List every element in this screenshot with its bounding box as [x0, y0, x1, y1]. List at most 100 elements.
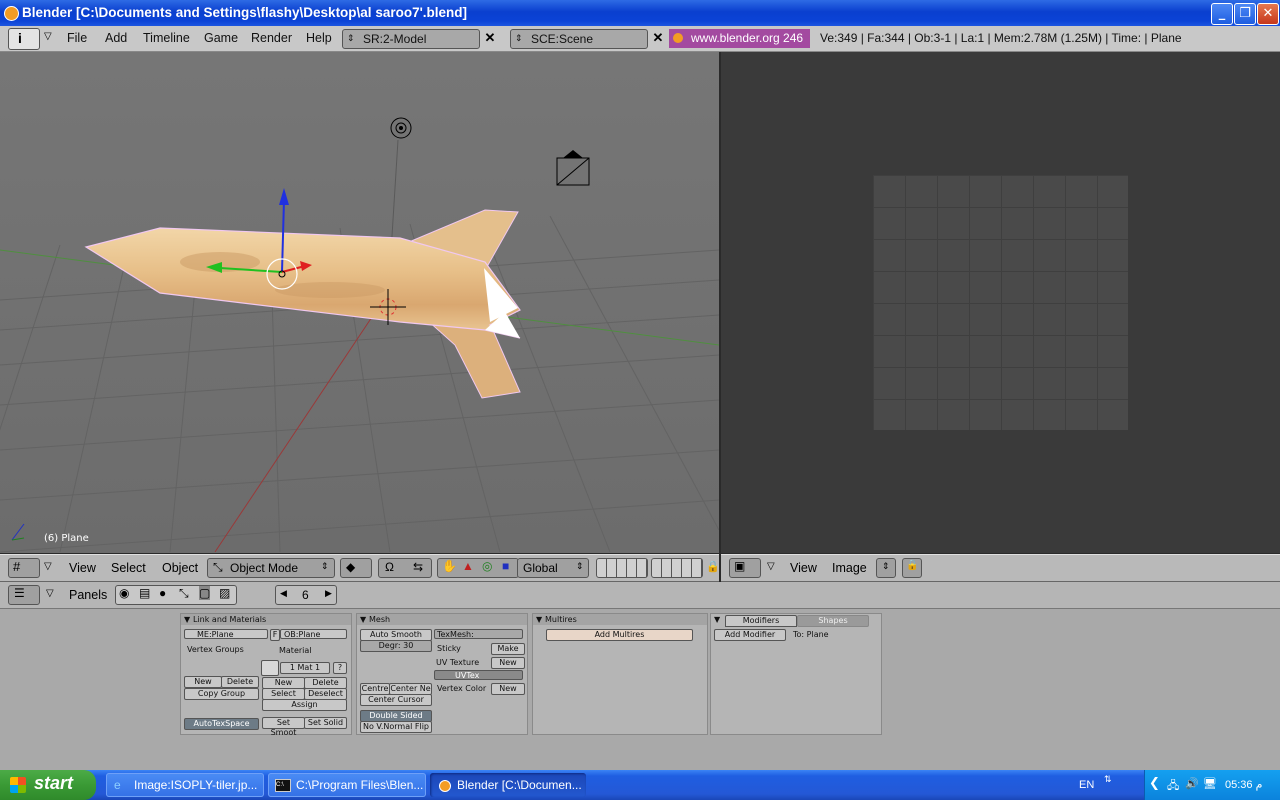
window-type-button[interactable]: i — [8, 28, 40, 50]
hand-icon[interactable]: ✋ — [442, 559, 457, 573]
scene-selector[interactable]: ⇕ SCE:Scene — [510, 29, 648, 49]
object-name-field[interactable]: OB:Plane — [280, 629, 347, 639]
translate-icon[interactable]: ▲ — [462, 559, 474, 573]
menu-add[interactable]: Add — [105, 31, 127, 45]
restore-button[interactable]: ❐ — [1234, 3, 1256, 25]
menu-game[interactable]: Game — [204, 31, 238, 45]
material-help-button[interactable]: ? — [333, 662, 347, 674]
input-method-icon[interactable]: ⇅ — [1104, 775, 1112, 785]
add-multires-button[interactable]: Add Multires — [546, 629, 693, 641]
manipulator-toggles[interactable]: ✋ ▲ ◎ ■ — [437, 558, 519, 578]
panel-title[interactable]: ▼ Link and Materials — [181, 614, 351, 625]
shading-icon[interactable]: ● — [159, 586, 166, 600]
delete-scene-icon[interactable]: ✕ — [649, 29, 667, 47]
panel-title[interactable]: ▼ Multires — [533, 614, 707, 625]
context-buttons[interactable]: ◉ ▤ ● ⤡ ▢ ▨ — [115, 585, 237, 605]
panel-title[interactable]: ▼ Mesh — [357, 614, 527, 625]
menu-file[interactable]: File — [67, 31, 87, 45]
uvtex-layer[interactable]: UVTex — [434, 670, 523, 680]
image-browse-button[interactable]: ⇕ — [876, 558, 896, 578]
no-vnormal-flip-toggle[interactable]: No V.Normal Flip — [360, 721, 432, 733]
panel-mesh: ▼ Mesh Auto Smooth Degr: 30 Centre Center… — [356, 613, 528, 735]
monitor-icon[interactable]: 🖥 — [1203, 777, 1217, 790]
delete-screen-icon[interactable]: ✕ — [481, 29, 499, 47]
object-icon[interactable]: ⤡ — [179, 586, 189, 601]
mesh-datablock-field[interactable]: ME:Plane — [184, 629, 268, 639]
clock[interactable]: 05:36 م — [1225, 778, 1262, 791]
collapse-menu-icon[interactable]: ▽ — [44, 561, 52, 572]
screen-name: SR:2-Model — [363, 32, 427, 46]
mode-selector[interactable]: ⤡ Object Mode ⇕ — [207, 558, 335, 578]
vgroup-new-button[interactable]: New — [184, 676, 222, 688]
layer-buttons-2[interactable] — [651, 558, 703, 578]
center-cursor-button[interactable]: Center Cursor — [360, 694, 432, 706]
menu-help[interactable]: Help — [306, 31, 332, 45]
menu-timeline[interactable]: Timeline — [143, 31, 190, 45]
window-titlebar[interactable]: Blender [C:\Documents and Settings\flash… — [0, 0, 1280, 26]
3d-viewport[interactable]: (6) Plane — [0, 52, 719, 553]
tab-shapes[interactable]: Shapes — [797, 615, 869, 627]
menu-view[interactable]: View — [69, 561, 96, 575]
start-button[interactable]: start — [0, 770, 96, 800]
editing-icon[interactable]: ▢ — [199, 586, 211, 600]
vertex-groups-label: Vertex Groups — [187, 645, 244, 654]
vertex-color-new-button[interactable]: New — [491, 683, 525, 695]
taskbar-item-image[interactable]: e Image:ISOPLY-tiler.jp... — [106, 773, 264, 797]
rotate-icon[interactable]: ◎ — [482, 559, 492, 573]
sticky-make-button[interactable]: Make — [491, 643, 525, 655]
menu-object[interactable]: Object — [162, 561, 198, 575]
script-icon[interactable]: ▤ — [139, 586, 150, 600]
close-button[interactable]: ✕ — [1257, 3, 1279, 25]
language-indicator[interactable]: EN — [1079, 779, 1094, 791]
collapse-menu-icon[interactable]: ▽ — [46, 588, 54, 599]
camera-object[interactable] — [556, 150, 590, 186]
volume-icon[interactable]: 🔊 — [1185, 777, 1199, 790]
layer-buttons-1[interactable] — [596, 558, 648, 578]
menu-select[interactable]: Select — [111, 561, 146, 575]
tab-modifiers[interactable]: Modifiers — [725, 615, 797, 627]
autotexspace-toggle[interactable]: AutoTexSpace — [184, 718, 259, 730]
taskbar-item-blender[interactable]: Blender [C:\Documen... — [430, 773, 586, 797]
logic-icon[interactable]: ◉ — [119, 586, 129, 600]
material-assign-button[interactable]: Assign — [262, 699, 347, 711]
copy-group-button[interactable]: Copy Group — [184, 688, 259, 700]
collapse-menu-icon[interactable]: ▽ — [767, 561, 775, 572]
fake-user-toggle[interactable]: F — [270, 629, 280, 641]
scale-icon[interactable]: ■ — [502, 559, 509, 573]
editor-type-button[interactable]: ▣ — [729, 558, 761, 578]
orientation-selector[interactable]: Global ⇕ — [517, 558, 589, 578]
menu-render[interactable]: Render — [251, 31, 292, 45]
network-icon[interactable]: 🖧 — [1167, 777, 1179, 796]
material-color-swatch[interactable] — [261, 660, 279, 676]
editor-type-button[interactable]: ☰ — [8, 585, 40, 605]
scene-icon[interactable]: ▨ — [219, 586, 230, 600]
uv-texture-new-button[interactable]: New — [491, 657, 525, 669]
pivot-selector[interactable]: Ω ⇆ — [378, 558, 432, 578]
lock-icon[interactable]: 🔒 — [706, 560, 720, 573]
material-index-field[interactable]: 1 Mat 1 — [280, 662, 330, 674]
editor-type-button[interactable]: # — [8, 558, 40, 578]
screen-selector[interactable]: ⇕ SR:2-Model — [342, 29, 480, 49]
set-solid-button[interactable]: Set Solid — [304, 717, 347, 729]
add-modifier-button[interactable]: Add Modifier — [714, 629, 786, 641]
image-editor-header: ▣ ▽ View Image ⇕ 🔒 — [721, 554, 1280, 582]
blender-app-icon[interactable] — [4, 6, 19, 21]
set-smooth-button[interactable]: Set Smoot — [262, 717, 305, 737]
collapse-menu-icon[interactable]: ▽ — [44, 31, 52, 42]
texmesh-field[interactable]: TexMesh: — [434, 629, 523, 639]
menu-view[interactable]: View — [790, 561, 817, 575]
lock-toggle[interactable]: 🔒 — [902, 558, 922, 578]
uv-grid[interactable] — [873, 175, 1128, 430]
minimize-button[interactable]: _ — [1211, 3, 1233, 25]
rocket-mesh[interactable] — [84, 209, 521, 399]
lamp-object[interactable] — [390, 117, 412, 139]
blender-org-link[interactable]: www.blender.org 246 — [669, 29, 810, 48]
frame-number-field[interactable]: ◀ 6 ▶ — [275, 585, 337, 605]
blender-logo-icon — [673, 33, 683, 43]
vgroup-delete-button[interactable]: Delete — [221, 676, 259, 688]
menu-image[interactable]: Image — [832, 561, 867, 575]
taskbar-item-cmd[interactable]: C:\ C:\Program Files\Blen... — [268, 773, 426, 797]
show-hidden-icons-icon[interactable]: ❮ — [1149, 776, 1160, 791]
draw-type-selector[interactable]: ◆ — [340, 558, 372, 578]
degree-field[interactable]: Degr: 30 — [360, 640, 432, 652]
